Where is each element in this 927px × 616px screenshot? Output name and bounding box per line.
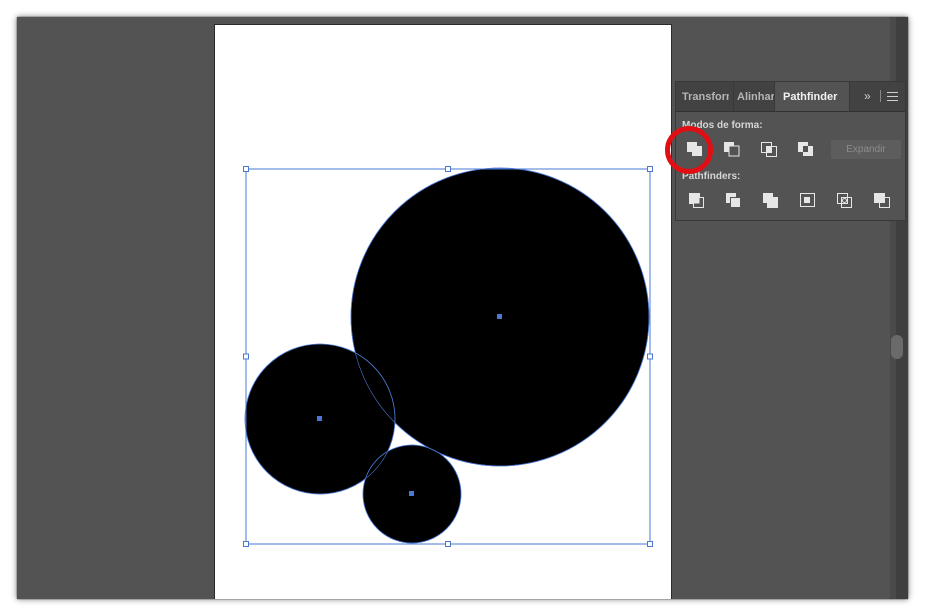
workspace: Transform Alinhar Pathfinder » Modos de … <box>17 17 908 599</box>
tab-pathfinder[interactable]: Pathfinder <box>774 82 850 111</box>
merge-button[interactable] <box>759 189 783 211</box>
intersect-icon <box>761 142 777 157</box>
unite-button[interactable] <box>683 138 707 160</box>
divide-icon <box>689 193 704 208</box>
tab-separator <box>880 90 881 102</box>
resize-handle[interactable] <box>647 353 653 360</box>
merge-icon <box>763 193 778 208</box>
tab-transform[interactable]: Transform <box>682 82 729 111</box>
scrollbar-thumb[interactable] <box>891 335 903 359</box>
minus-front-icon <box>724 142 740 157</box>
collapse-panel-icon[interactable]: » <box>864 90 871 102</box>
resize-handle[interactable] <box>243 353 249 360</box>
minus-front-button[interactable] <box>720 138 744 160</box>
outline-icon <box>837 193 852 208</box>
resize-handle[interactable] <box>445 541 451 547</box>
tab-align[interactable]: Alinhar <box>733 82 775 111</box>
artboard[interactable] <box>214 24 672 599</box>
exclude-button[interactable] <box>794 138 818 160</box>
resize-handle[interactable] <box>243 166 249 172</box>
artwork <box>243 166 653 547</box>
pathfinders-label: Pathfinders: <box>682 171 741 182</box>
resize-handle[interactable] <box>647 541 653 547</box>
crop-icon <box>800 193 815 207</box>
expand-button[interactable]: Expandir <box>831 140 901 159</box>
minus-back-button[interactable] <box>870 189 894 211</box>
crop-button[interactable] <box>796 189 820 211</box>
unite-icon <box>687 142 702 156</box>
resize-handle[interactable] <box>445 166 451 172</box>
panel-menu-icon[interactable] <box>887 92 898 101</box>
resize-handle[interactable] <box>243 541 249 547</box>
trim-icon <box>726 193 741 208</box>
divide-button[interactable] <box>685 189 709 211</box>
intersect-button[interactable] <box>757 138 781 160</box>
center-point <box>317 416 322 421</box>
pathfinder-panel: Transform Alinhar Pathfinder » Modos de … <box>675 81 906 221</box>
resize-handle[interactable] <box>647 166 653 172</box>
center-point <box>409 491 414 496</box>
exclude-icon <box>798 142 813 156</box>
outline-button[interactable] <box>833 189 857 211</box>
shape-modes-label: Modos de forma: <box>682 120 763 131</box>
panel-tab-bar: Transform Alinhar Pathfinder » <box>676 82 905 112</box>
trim-button[interactable] <box>722 189 746 211</box>
center-point <box>497 314 502 319</box>
minus-back-icon <box>874 193 890 208</box>
